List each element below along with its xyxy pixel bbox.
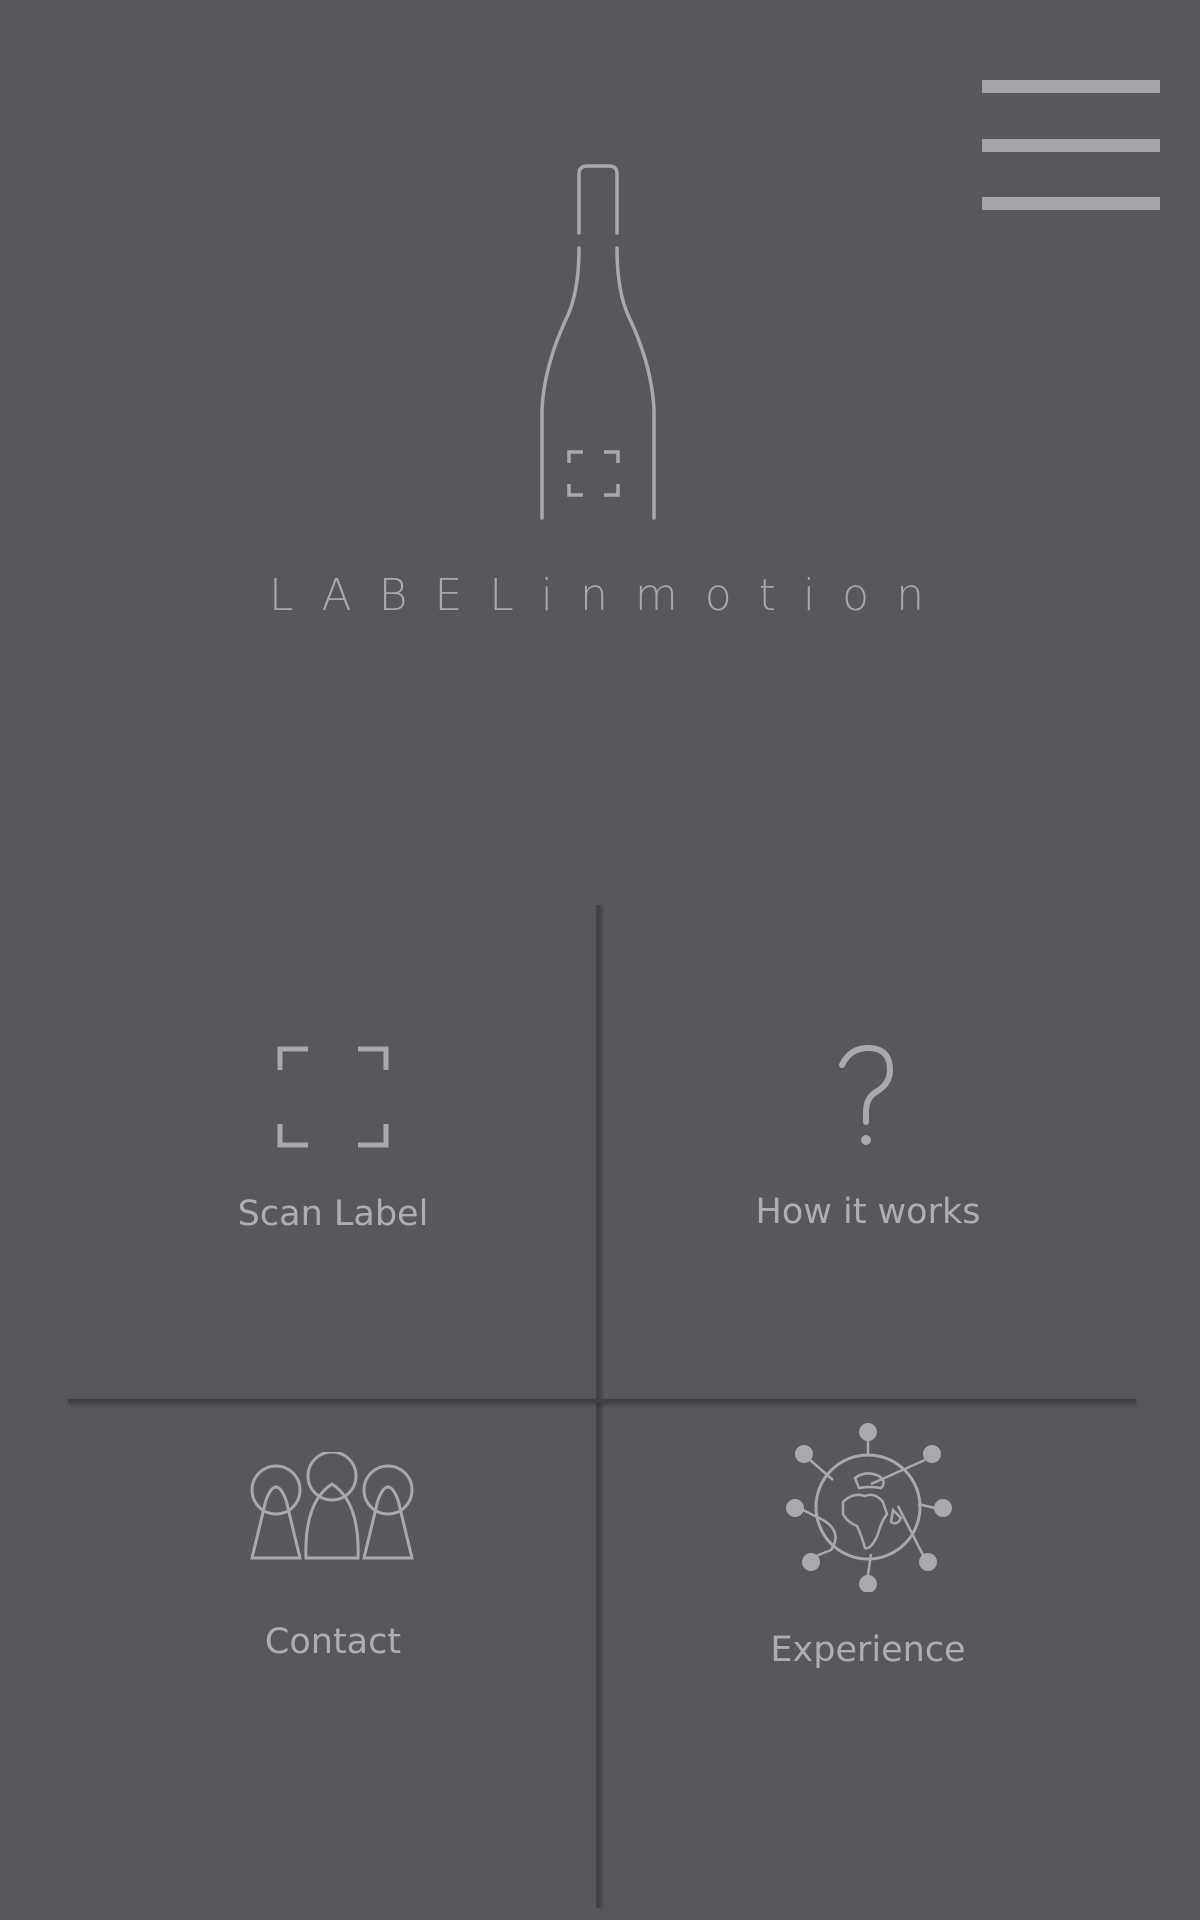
wine-bottle-scan-icon	[540, 164, 656, 520]
menu-bar-bottom	[982, 197, 1160, 210]
hamburger-menu-button[interactable]	[982, 79, 1162, 213]
menu-bar-top	[982, 80, 1160, 93]
scan-label-tile[interactable]: Scan Label	[68, 900, 598, 1400]
grid-horizontal-divider	[68, 1399, 1136, 1403]
menu-bar-middle	[982, 139, 1160, 152]
how-it-works-text: How it works	[755, 1192, 981, 1232]
grid-vertical-divider	[596, 905, 600, 1908]
contact-tile[interactable]: Contact	[68, 1404, 598, 1910]
contact-text: Contact	[264, 1622, 402, 1662]
experience-text: Experience	[770, 1630, 966, 1670]
experience-tile[interactable]: Experience	[600, 1404, 1136, 1910]
globe-network-icon	[786, 1423, 952, 1592]
question-mark-icon	[839, 1044, 894, 1145]
main-menu-grid: Scan Label How it works Contact Experien…	[68, 900, 1136, 1910]
people-icon	[250, 1452, 414, 1560]
scan-label-text: Scan Label	[237, 1194, 429, 1234]
scan-frame-icon	[277, 1046, 389, 1148]
how-it-works-tile[interactable]: How it works	[600, 900, 1136, 1400]
brand-name: LABELinmotion	[269, 570, 951, 621]
